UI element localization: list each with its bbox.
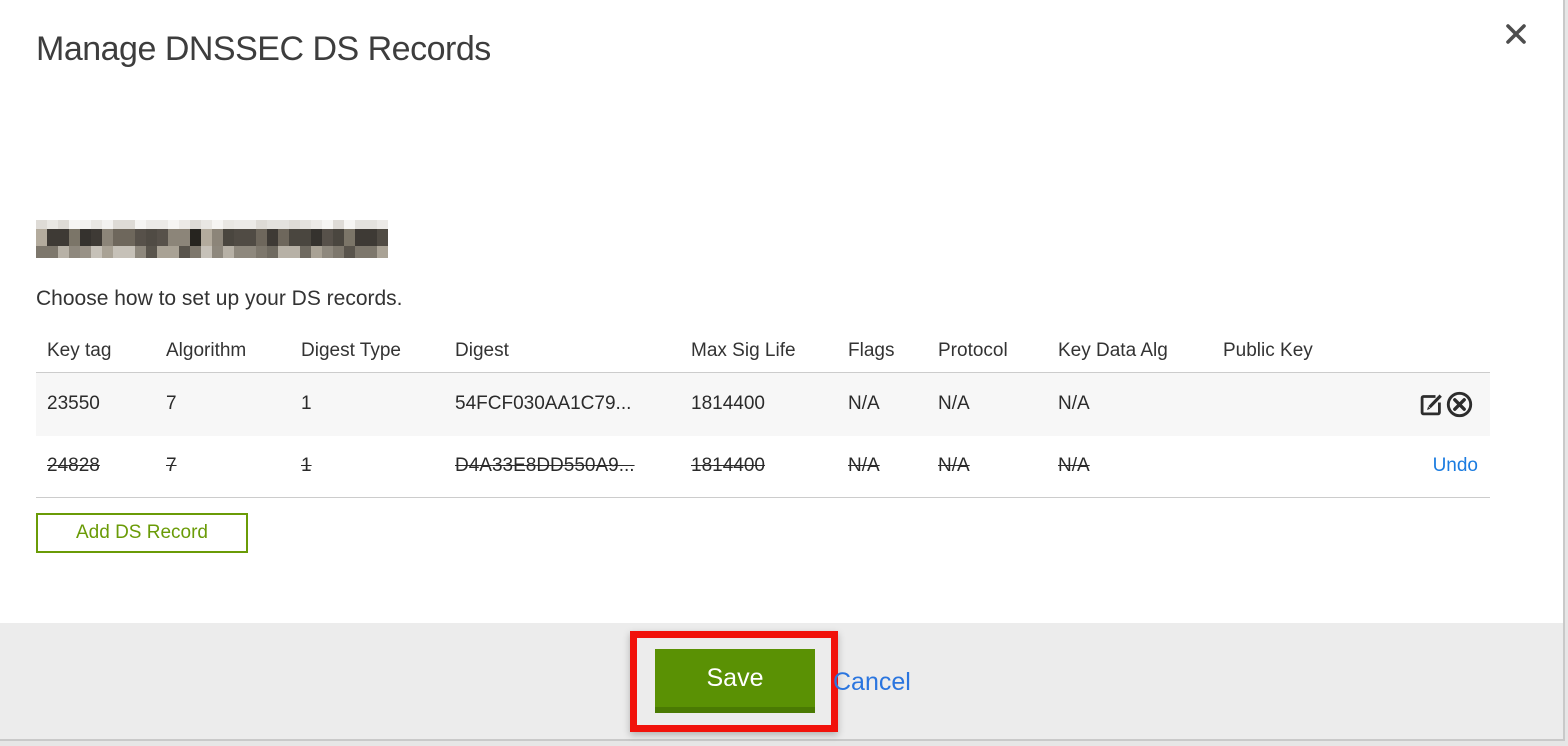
dnssec-ds-records-dialog: Manage DNSSEC DS Records Choose how to s… xyxy=(0,0,1565,741)
column-header-key-data-alg: Key Data Alg xyxy=(1058,330,1223,373)
delete-record-button[interactable] xyxy=(1445,390,1474,419)
delete-circle-x-icon xyxy=(1446,391,1473,417)
table-row-deleted: 24828 7 1 D4A33E8DD550A9... 1814400 N/A … xyxy=(36,436,1490,498)
cell-key-tag: 24828 xyxy=(47,455,100,477)
cell-flags: N/A xyxy=(848,455,880,477)
column-header-max-sig-life: Max Sig Life xyxy=(691,330,848,373)
column-header-actions xyxy=(1410,330,1490,373)
undo-link[interactable]: Undo xyxy=(1433,455,1478,476)
page-title: Manage DNSSEC DS Records xyxy=(36,30,491,68)
cell-digest: D4A33E8DD550A9... xyxy=(455,455,635,477)
cell-max-sig-life: 1814400 xyxy=(691,455,765,477)
cell-algorithm: 7 xyxy=(166,393,177,415)
column-header-protocol: Protocol xyxy=(938,330,1058,373)
cell-digest-type: 1 xyxy=(301,393,312,415)
add-ds-record-button[interactable]: Add DS Record xyxy=(36,513,248,553)
cell-digest-type: 1 xyxy=(301,455,312,477)
cell-key-data-alg: N/A xyxy=(1058,455,1090,477)
table-row: 23550 7 1 54FCF030AA1C79... 1814400 N/A … xyxy=(36,372,1490,436)
cell-key-data-alg: N/A xyxy=(1058,393,1090,415)
close-icon xyxy=(1504,22,1528,51)
domain-name-redacted xyxy=(36,220,388,258)
column-header-key-tag: Key tag xyxy=(36,330,166,373)
column-header-digest-type: Digest Type xyxy=(301,330,455,373)
column-header-digest: Digest xyxy=(455,330,691,373)
cell-flags: N/A xyxy=(848,393,880,415)
annotation-highlight-red-box xyxy=(630,631,838,732)
edit-pencil-square-icon xyxy=(1420,394,1442,416)
cell-protocol: N/A xyxy=(938,393,970,415)
ds-records-table: Key tag Algorithm Digest Type Digest Max… xyxy=(36,330,1490,498)
cell-digest: 54FCF030AA1C79... xyxy=(455,393,632,415)
cell-algorithm: 7 xyxy=(166,455,177,477)
table-header-row: Key tag Algorithm Digest Type Digest Max… xyxy=(36,330,1490,373)
cancel-link[interactable]: Cancel xyxy=(833,668,911,697)
intro-text: Choose how to set up your DS records. xyxy=(36,287,403,310)
close-button[interactable] xyxy=(1498,18,1534,54)
edit-record-button[interactable] xyxy=(1418,391,1445,418)
column-header-flags: Flags xyxy=(848,330,938,373)
cell-key-tag: 23550 xyxy=(47,393,100,415)
cell-protocol: N/A xyxy=(938,455,970,477)
cell-max-sig-life: 1814400 xyxy=(691,393,765,415)
column-header-algorithm: Algorithm xyxy=(166,330,301,373)
column-header-public-key: Public Key xyxy=(1223,330,1410,373)
